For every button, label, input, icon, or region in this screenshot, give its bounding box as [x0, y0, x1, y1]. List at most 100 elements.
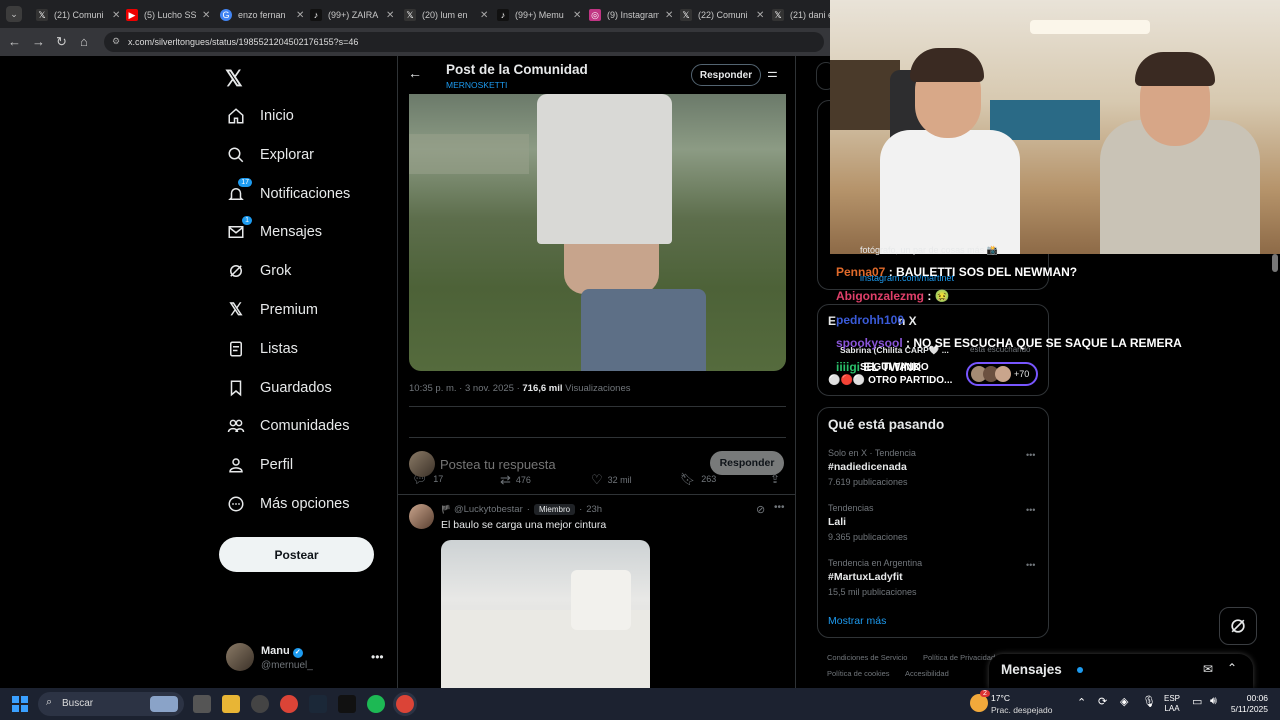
repost-action[interactable]: ⇄ 476	[500, 472, 531, 488]
weather-icon[interactable]: 2	[970, 690, 990, 712]
community-name[interactable]: MERNOSKETTI	[446, 80, 507, 90]
reply-age[interactable]: 23h	[586, 504, 602, 515]
like-action[interactable]: ♡ 32 mil	[591, 472, 632, 488]
tab-close-icon[interactable]: ✕	[756, 10, 764, 21]
back-arrow-icon[interactable]: ←	[408, 65, 422, 81]
tab-close-icon[interactable]: ✕	[573, 10, 581, 21]
tab-close-icon[interactable]: ✕	[386, 10, 394, 21]
volume-icon[interactable]: 🔊︎	[1210, 695, 1217, 708]
tiktok-icon[interactable]	[338, 695, 356, 713]
youtube-favicon-icon: ▶	[126, 9, 138, 21]
footer-link[interactable]: Política de cookies	[827, 669, 890, 678]
trend-item[interactable]: Solo en X · Tendencia #nadiedicenada 7.6…	[828, 448, 916, 487]
tray-chevron-icon[interactable]: ⌃	[1077, 696, 1086, 709]
nav-item-grok[interactable]: Grok	[226, 256, 291, 286]
tab-search-icon[interactable]: ⌄	[6, 6, 22, 22]
nav-item-listas[interactable]: Listas	[226, 334, 298, 364]
tab-close-icon[interactable]: ✕	[665, 10, 673, 21]
tray-sync-icon[interactable]: ⟳	[1098, 695, 1107, 708]
chrome-icon[interactable]	[280, 695, 298, 713]
grok-float-button[interactable]	[1219, 607, 1257, 645]
trend-more-icon[interactable]: •••	[1026, 505, 1035, 515]
display-icon[interactable]: ▭	[1192, 695, 1202, 708]
reply-submit-button[interactable]: Responder	[710, 451, 784, 475]
grok-icon[interactable]: ⊘	[756, 503, 765, 516]
nav-label: Inicio	[260, 108, 294, 124]
trend-name: #MartuxLadyfit	[828, 571, 903, 583]
account-more-icon[interactable]: •••	[371, 650, 384, 664]
file-explorer-icon[interactable]	[222, 695, 240, 713]
steam-icon[interactable]	[309, 695, 327, 713]
tab-close-icon[interactable]: ✕	[202, 10, 210, 21]
post-date[interactable]: 3 nov. 2025	[465, 383, 514, 394]
post-image[interactable]	[409, 94, 786, 371]
account-avatar[interactable]	[226, 643, 254, 671]
nav-item-explorar[interactable]: Explorar	[226, 140, 314, 170]
trend-more-icon[interactable]: •••	[1026, 450, 1035, 460]
browser-tab[interactable]: ♪ (99+) ZAIRA ✕	[304, 4, 394, 26]
browser-tab[interactable]: 𝕏 (20) lum en ✕	[398, 4, 488, 26]
home-browser-icon[interactable]: ⌂	[80, 34, 88, 49]
nav-item-perfil[interactable]: Perfil	[226, 450, 293, 480]
cam-ceiling-light	[1030, 20, 1150, 34]
reply-handle[interactable]: @Luckytobestar	[454, 504, 523, 515]
bookmark-action[interactable]: 🔖︎ 263	[680, 472, 716, 486]
spotify-icon[interactable]	[367, 695, 385, 713]
nav-item-inicio[interactable]: Inicio	[226, 101, 294, 131]
reply-more-icon[interactable]: •••	[774, 502, 785, 513]
nav-item-comunidades[interactable]: Comunidades	[226, 411, 349, 441]
footer-link[interactable]: Condiciones de Servicio	[827, 653, 907, 662]
back-arrow-icon[interactable]: ←	[8, 34, 21, 49]
messages-drawer[interactable]: Mensajes ✉ ⌃	[989, 654, 1253, 688]
spaces-listeners[interactable]: +70	[966, 362, 1038, 386]
microphone-icon[interactable]: 🎙︎	[1142, 695, 1156, 708]
tab-close-icon[interactable]: ✕	[480, 10, 488, 21]
footer-link[interactable]: Política de Privacidad	[923, 653, 995, 662]
windows-start-icon[interactable]	[12, 696, 28, 712]
trend-item[interactable]: Tendencias Lali 9.365 publicaciones	[828, 503, 908, 542]
browser-tab[interactable]: 𝕏 (21) dani en	[766, 4, 830, 26]
nav-item-mensajes[interactable]: 1 Mensajes	[226, 216, 322, 247]
browser-tab[interactable]: ♪ (99+) Memu ✕	[491, 4, 581, 26]
browser-tab[interactable]: ◎ (9) Instagram ✕	[583, 4, 673, 26]
browser-tab[interactable]: 𝕏 (22) Comuni ✕	[674, 4, 764, 26]
reply-input[interactable]	[440, 454, 700, 474]
expand-up-icon[interactable]: ⌃	[1227, 661, 1237, 675]
new-message-icon[interactable]: ✉	[1203, 662, 1213, 676]
task-view-icon[interactable]	[193, 695, 211, 713]
tray-shield-icon[interactable]: ◈	[1120, 695, 1128, 708]
chrome-active-icon[interactable]	[396, 695, 414, 713]
post-time[interactable]: 10:35 p. m.	[409, 383, 457, 394]
nav-item-guardados[interactable]: Guardados	[226, 373, 332, 403]
taskbar-search[interactable]: ⌕ Buscar	[38, 692, 184, 716]
x-logo-icon[interactable]: 𝕏	[225, 66, 243, 92]
post-button[interactable]: Postear	[219, 537, 374, 572]
forward-arrow-icon[interactable]: →	[32, 34, 45, 49]
site-info-icon[interactable]: ⚙	[112, 36, 120, 47]
filter-sliders-icon[interactable]: ⚌	[767, 66, 778, 80]
notification-badge: 17	[238, 178, 252, 187]
browser-tab[interactable]: ▶ (5) Lucho SS ✕	[120, 4, 210, 26]
trend-item[interactable]: Tendencia en Argentina #MartuxLadyfit 15…	[828, 558, 922, 597]
nav-item-notificaciones[interactable]: 17 Notificaciones	[226, 178, 350, 209]
account-name[interactable]: Manu ✓	[261, 645, 303, 658]
reply-image[interactable]	[441, 540, 650, 688]
post-header: ← Post de la Comunidad MERNOSKETTI Respo…	[398, 56, 795, 94]
reload-icon[interactable]: ↻	[56, 34, 67, 50]
footer-link[interactable]: Accesibilidad	[905, 669, 949, 678]
reply-avatar[interactable]	[409, 504, 434, 529]
chat-user: Abigonzalezmg	[836, 289, 925, 303]
browser-tab[interactable]: 𝕏 (21) Comuni ✕	[30, 4, 120, 26]
trend-count: 7.619 publicaciones	[828, 477, 908, 487]
header-reply-button[interactable]: Responder	[691, 64, 761, 86]
clock[interactable]: 00:06 5/11/2025	[1226, 693, 1268, 715]
browser-tab[interactable]: Genzo fernan ✕	[214, 4, 304, 26]
nav-item-mas-opciones[interactable]: Más opciones	[226, 489, 349, 519]
language-indicator[interactable]: ESP LAA	[1164, 694, 1180, 714]
show-more-link[interactable]: Mostrar más	[828, 615, 886, 627]
nav-item-premium[interactable]: 𝕏 Premium	[226, 295, 318, 325]
url-field[interactable]: ⚙ x.com/silverltongues/status/1985521204…	[104, 32, 824, 52]
app-icon[interactable]	[251, 695, 269, 713]
page-scrollbar[interactable]	[1272, 254, 1278, 272]
trend-more-icon[interactable]: •••	[1026, 560, 1035, 570]
